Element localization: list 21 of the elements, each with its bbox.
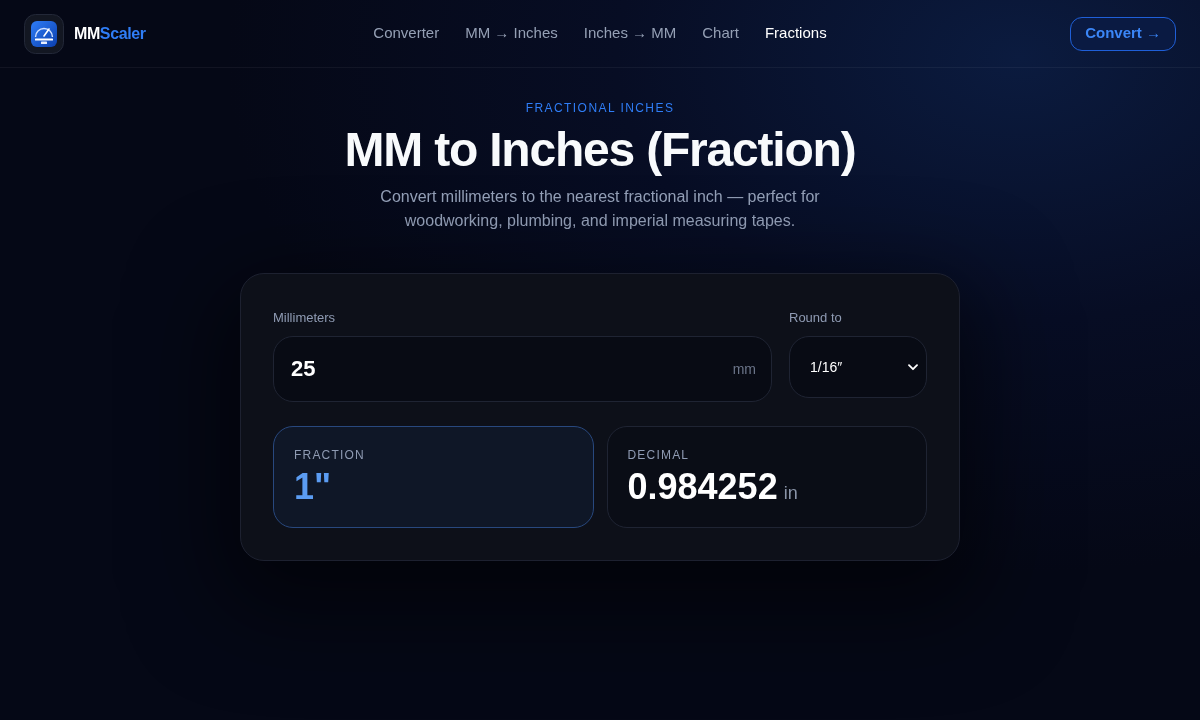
nav-link[interactable]: MM → Inches [465,22,558,45]
convert-button[interactable]: Convert → [1070,16,1176,51]
nav-link[interactable]: Chart [702,22,739,45]
nav-link[interactable]: Inches → MM [583,22,677,45]
chevron-down-icon [908,363,918,371]
result-label: FRACTION [294,447,366,463]
unit-label: mm [732,359,756,379]
page-title: MM to Inches (Fraction) [344,122,856,178]
nav-link[interactable]: Fractions [764,22,827,45]
field-label: Millimeters [273,310,336,326]
page-subtitle: Convert millimeters to the nearest fractional inch — perfect for woodworking, plumbing, and imperial measuring tapes. [379,187,821,231]
result-label: DECIMAL [627,447,691,463]
result-value: 0.984252 [627,469,778,505]
brand-name[interactable]: MMScaler [74,21,146,46]
unit-label: in [783,482,798,505]
result-value: 1" [294,469,332,505]
nav-link[interactable]: Converter [373,22,440,45]
gauge-logo-icon [24,13,64,54]
round-to-select[interactable]: 1/16″ [789,336,927,398]
eyebrow-label: FRACTIONAL INCHES [525,100,675,116]
field-label: Round to [789,310,842,326]
